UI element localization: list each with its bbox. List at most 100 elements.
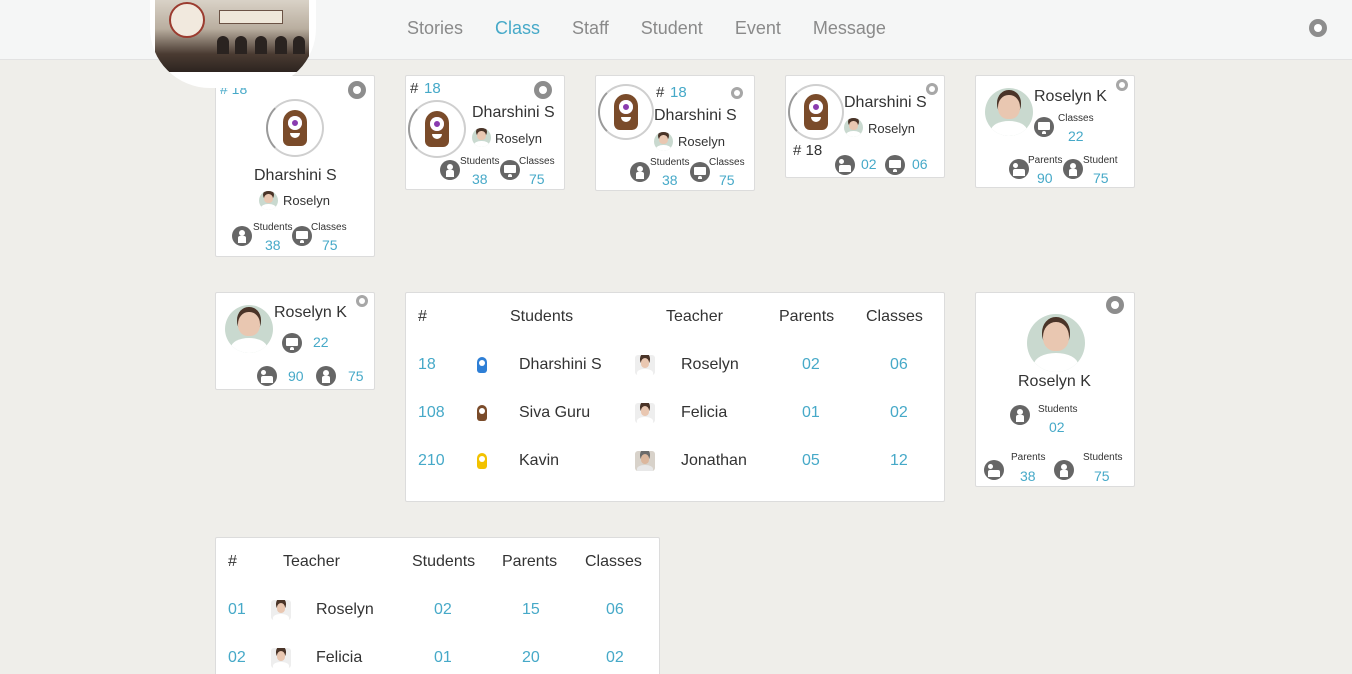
parents-label: Parents bbox=[1028, 155, 1063, 166]
class-name: Dharshini S bbox=[654, 107, 737, 124]
students-count: 38 bbox=[662, 172, 678, 188]
class-name: Dharshini S bbox=[472, 104, 555, 121]
student-name: Siva Guru bbox=[519, 404, 591, 421]
row-id: 18 bbox=[418, 356, 436, 373]
class-avatar bbox=[408, 100, 466, 158]
teacher-name: Roselyn bbox=[678, 134, 725, 149]
parents-count: 05 bbox=[802, 452, 820, 469]
school-sign bbox=[219, 10, 283, 24]
class-number: # 18 bbox=[793, 142, 823, 159]
tab-event[interactable]: Event bbox=[735, 18, 781, 39]
students-icon bbox=[440, 160, 460, 180]
classes-icon bbox=[292, 226, 312, 246]
student-name: Kavin bbox=[519, 452, 560, 469]
teacher-name: Roselyn K bbox=[274, 304, 347, 321]
monster-avatar-icon bbox=[283, 110, 307, 146]
tab-staff[interactable]: Staff bbox=[572, 18, 609, 39]
card-settings-gear-icon[interactable] bbox=[1116, 79, 1128, 91]
teacher-avatar bbox=[271, 648, 291, 668]
students-count: 38 bbox=[472, 171, 488, 187]
row-id: 210 bbox=[418, 452, 445, 469]
class-number: 18 bbox=[670, 84, 687, 101]
teacher-avatar bbox=[635, 355, 655, 375]
card-settings-gear-icon[interactable] bbox=[348, 81, 366, 99]
monster-avatar-icon bbox=[472, 403, 492, 423]
parents-count: 90 bbox=[288, 368, 304, 384]
class-name: Dharshini S bbox=[844, 94, 927, 111]
card-settings-gear-icon[interactable] bbox=[731, 87, 743, 99]
classes-count: 75 bbox=[322, 237, 338, 253]
row-id: 01 bbox=[228, 601, 246, 618]
teacher-name: Roselyn bbox=[316, 601, 374, 618]
students-icon bbox=[316, 366, 336, 386]
parents-count: 01 bbox=[802, 404, 820, 421]
classes-label: Classes bbox=[709, 157, 745, 168]
school-logo[interactable] bbox=[150, 0, 316, 88]
class-avatar bbox=[266, 99, 324, 157]
parents-count: 90 bbox=[1037, 170, 1053, 186]
students-count: 01 bbox=[434, 649, 452, 666]
students-icon bbox=[1063, 159, 1083, 179]
class-card[interactable]: # 18 Dharshini S Roselyn Students 38 Cla… bbox=[405, 75, 565, 190]
col-header-parents: Parents bbox=[502, 553, 558, 570]
class-card-large[interactable]: # 18 Dharshini S Roselyn Students 38 Cla… bbox=[215, 75, 375, 257]
parents-icon bbox=[257, 366, 277, 386]
teacher-avatar bbox=[472, 128, 491, 147]
settings-gear-icon[interactable] bbox=[1309, 19, 1327, 37]
tab-student[interactable]: Student bbox=[641, 18, 703, 39]
classes-icon bbox=[885, 155, 905, 175]
teacher-name: Roselyn bbox=[868, 121, 915, 136]
students-label: Students bbox=[1038, 404, 1078, 415]
teacher-avatar bbox=[259, 191, 278, 210]
students-count: 75 bbox=[348, 368, 364, 384]
teacher-name: Jonathan bbox=[681, 452, 747, 469]
monster-avatar-icon bbox=[472, 355, 492, 375]
students-icon bbox=[1010, 405, 1030, 425]
classes-label: Classes bbox=[311, 222, 347, 233]
teacher-avatar bbox=[985, 88, 1033, 136]
classes-icon bbox=[1034, 117, 1054, 137]
parents-icon bbox=[984, 460, 1004, 480]
col-header-id: # bbox=[228, 553, 237, 570]
class-name: Dharshini S bbox=[254, 167, 337, 184]
class-table: # Students Teacher Parents Classes 18 Dh… bbox=[405, 292, 945, 502]
card-settings-gear-icon[interactable] bbox=[1106, 296, 1124, 314]
teacher-avatar bbox=[271, 600, 291, 620]
class-hash: # bbox=[410, 80, 419, 97]
monster-avatar-icon bbox=[425, 111, 449, 147]
classes-count: 06 bbox=[912, 156, 928, 172]
classes-count: 75 bbox=[719, 172, 735, 188]
students-label: Students bbox=[253, 222, 293, 233]
students-count: 38 bbox=[265, 237, 281, 253]
tab-stories[interactable]: Stories bbox=[407, 18, 463, 39]
card-settings-gear-icon[interactable] bbox=[926, 83, 938, 95]
students-icon bbox=[630, 162, 650, 182]
card-settings-gear-icon[interactable] bbox=[534, 81, 552, 99]
tab-class[interactable]: Class bbox=[495, 18, 540, 39]
class-card-compact[interactable]: Dharshini S Roselyn # 18 02 06 bbox=[785, 75, 945, 178]
col-header-teacher: Teacher bbox=[666, 308, 723, 325]
students-icon bbox=[1054, 460, 1074, 480]
teacher-card[interactable]: Roselyn K Classes 22 Parents 90 Student … bbox=[975, 75, 1135, 188]
parents-count: 20 bbox=[522, 649, 540, 666]
col-header-students: Students bbox=[510, 308, 574, 325]
students-label: Students bbox=[650, 157, 690, 168]
class-avatar bbox=[598, 84, 654, 140]
teacher-card-compact[interactable]: Roselyn K 22 90 75 bbox=[215, 292, 375, 390]
teacher-name: Roselyn K bbox=[1034, 88, 1107, 105]
teacher-name: Roselyn K bbox=[1018, 373, 1091, 390]
row-id: 02 bbox=[228, 649, 246, 666]
teacher-card-large[interactable]: Roselyn K Students 02 Parents 38 Student… bbox=[975, 292, 1135, 487]
teacher-name: Felicia bbox=[681, 404, 728, 421]
teacher-name: Roselyn bbox=[681, 356, 739, 373]
classes-icon bbox=[500, 160, 520, 180]
col-header-classes: Classes bbox=[866, 308, 923, 325]
tab-message[interactable]: Message bbox=[813, 18, 886, 39]
classes-label: Classes bbox=[1058, 113, 1094, 124]
students-label: Students bbox=[1083, 452, 1123, 463]
row-id: 108 bbox=[418, 404, 445, 421]
card-settings-gear-icon[interactable] bbox=[356, 295, 368, 307]
students-count: 75 bbox=[1094, 468, 1110, 484]
teacher-name: Roselyn bbox=[283, 193, 330, 208]
class-card[interactable]: # 18 Dharshini S Roselyn Students 38 Cla… bbox=[595, 75, 755, 191]
